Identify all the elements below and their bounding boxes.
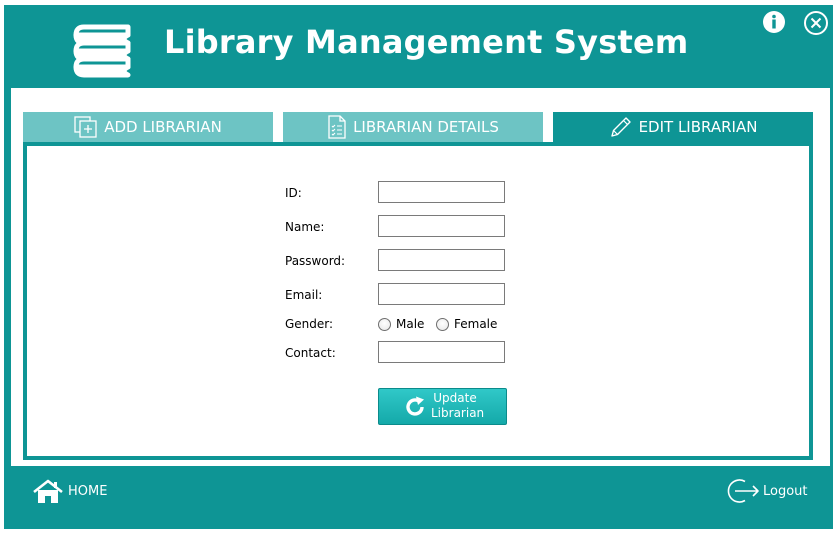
tab-librarian-details[interactable]: LIBRARIAN DETAILS [283,112,543,142]
logout-label: Logout [763,484,808,499]
refresh-icon [406,396,424,416]
contact-label: Contact: [285,346,336,360]
name-label: Name: [285,220,325,234]
header: Library Management System [4,5,833,85]
app-window: Library Management System ADD LIBRARIAN [4,5,833,529]
tab-add-librarian[interactable]: ADD LIBRARIAN [23,112,273,142]
update-label-line2: Librarian [431,406,485,420]
home-button[interactable]: HOME [4,471,133,511]
add-page-icon [74,116,97,138]
pencil-icon [610,117,631,137]
email-field[interactable] [378,283,505,305]
home-icon [33,479,63,503]
books-icon [73,24,131,78]
radio-button-circle[interactable] [378,317,391,331]
password-label: Password: [285,254,346,268]
tab-label: ADD LIBRARIAN [104,118,222,136]
info-icon[interactable] [762,10,786,34]
edit-librarian-pane: ID: Name: Password: Email: Gender: Male … [23,142,813,460]
id-label: ID: [285,186,302,200]
logout-icon [727,479,759,503]
gender-male-radio[interactable]: Male [378,317,424,331]
email-label: Email: [285,288,323,302]
tab-label: EDIT LIBRARIAN [638,118,758,136]
id-field[interactable] [378,181,505,203]
tab-label: LIBRARIAN DETAILS [353,118,499,136]
password-field[interactable] [378,249,505,271]
gender-female-label: Female [454,317,498,331]
update-label-line1: Update [433,391,477,405]
name-field[interactable] [378,215,505,237]
tab-edit-librarian[interactable]: EDIT LIBRARIAN [553,112,813,142]
main-panel: ADD LIBRARIAN LIBRARIAN DETAILS EDIT LIB… [11,88,830,466]
close-icon[interactable] [803,10,829,36]
logout-button[interactable]: Logout [703,471,830,511]
document-list-icon [328,115,346,139]
radio-button-circle[interactable] [436,317,449,331]
gender-female-radio[interactable]: Female [436,317,497,331]
app-title: Library Management System [164,23,689,61]
form-area: ID: Name: Password: Email: Gender: Male … [27,146,809,456]
home-label: HOME [68,484,108,499]
contact-field[interactable] [378,341,505,363]
update-librarian-button[interactable]: Update Librarian [378,388,507,425]
gender-male-label: Male [396,317,425,331]
gender-label: Gender: [285,317,334,331]
update-button-label: Update Librarian [431,391,485,421]
